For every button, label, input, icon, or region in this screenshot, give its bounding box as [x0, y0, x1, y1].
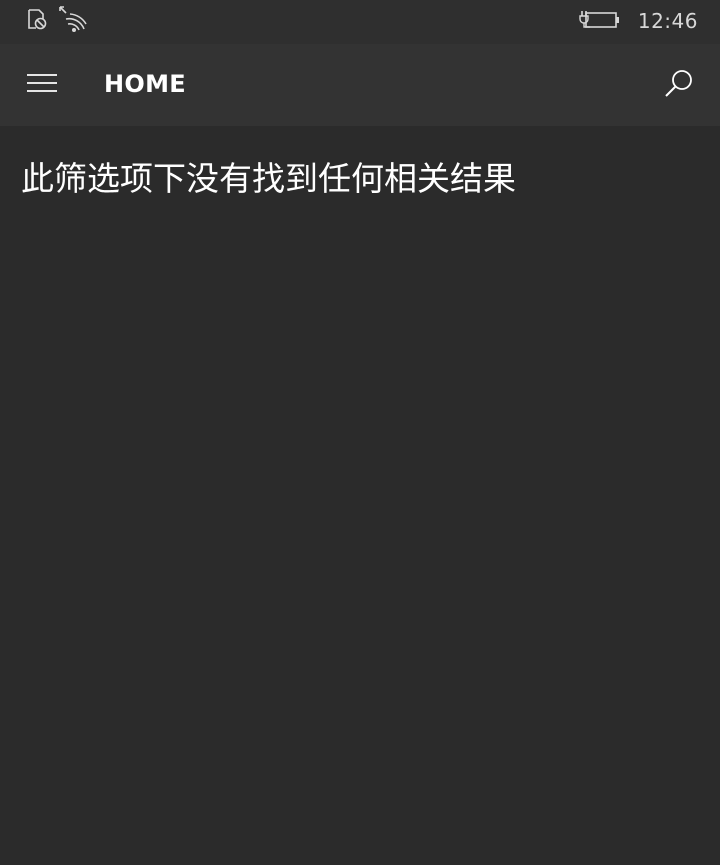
status-bar: 12:46 [0, 0, 720, 44]
page-title: HOME [104, 70, 186, 98]
status-right: 12:46 [578, 7, 698, 35]
app-bar: HOME [0, 44, 720, 126]
hamburger-menu-icon [27, 73, 57, 97]
search-button[interactable] [656, 62, 702, 108]
status-time: 12:46 [637, 9, 698, 33]
status-left-icons [26, 5, 88, 37]
content-area: 此筛选项下没有找到任何相关结果 [0, 126, 720, 865]
empty-results-message: 此筛选项下没有找到任何相关结果 [21, 159, 516, 198]
hamburger-menu-button[interactable] [18, 62, 66, 108]
app-screen: 12:46 HOME 此筛选项下没有找到任何相关结果 [0, 0, 720, 865]
wifi-signal-icon [58, 5, 88, 37]
do-not-disturb-icon [26, 7, 48, 35]
search-icon [663, 67, 695, 103]
battery-charging-icon [578, 8, 620, 34]
